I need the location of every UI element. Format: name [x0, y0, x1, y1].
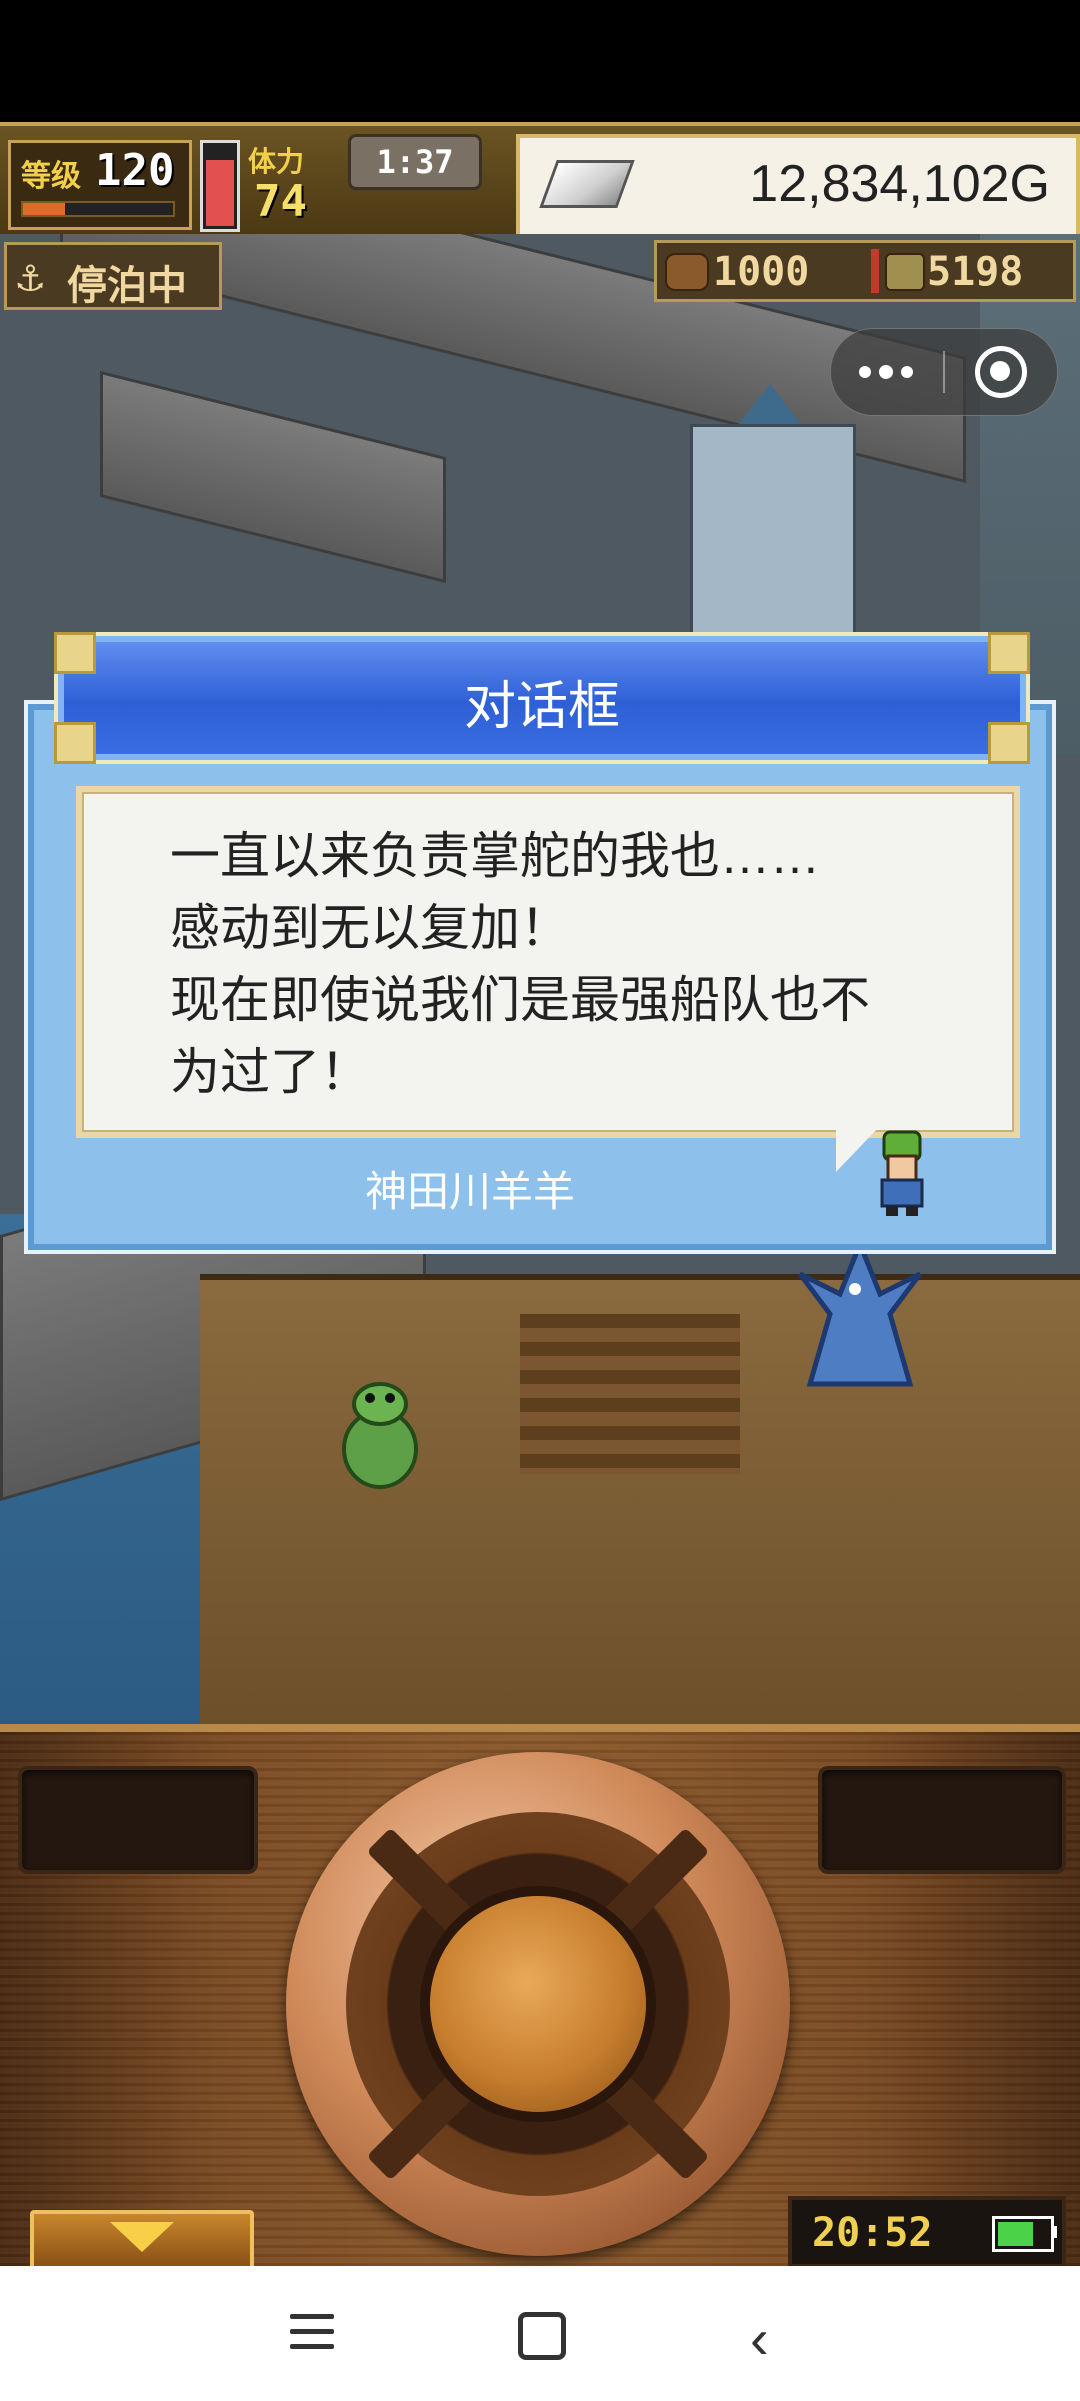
system-nav-bar: ‹	[0, 2266, 1080, 2401]
stamina-gauge-fill	[206, 160, 234, 226]
speech-bubble[interactable]: 一直以来负责掌舵的我也…… 感动到无以复加！ 现在即使说我们是最强船队也不 为过…	[76, 786, 1020, 1138]
dialog-line: 为过了！	[170, 1044, 370, 1100]
level-value: 120	[95, 145, 175, 196]
castle-wall-inner	[100, 370, 446, 584]
stamina-gauge	[200, 140, 240, 232]
level-progress-fill	[23, 203, 65, 215]
more-button[interactable]	[831, 329, 943, 415]
stamina-label: 体力	[248, 145, 305, 178]
dialog-header: 对话框	[54, 632, 1030, 764]
hud-bar: 等级 120 体力 74 1:37 12,834,102G	[0, 122, 1080, 242]
clock-panel: 20:52	[788, 2196, 1066, 2268]
menu-toggle-button[interactable]	[30, 2210, 254, 2270]
stamina-value: 74	[254, 176, 307, 227]
timer-value: 1:37	[376, 143, 454, 181]
moored-status-badge: ⚓ 停泊中	[4, 242, 222, 310]
battery-tip	[1051, 2226, 1057, 2238]
resource-separator	[871, 249, 879, 293]
stamina-panel: 体力 74	[248, 136, 348, 228]
miniprogram-capsule	[830, 328, 1058, 416]
dialog-line: 一直以来负责掌舵的我也……	[170, 828, 820, 884]
resource-bar: 1000 5198	[654, 240, 1076, 302]
level-label: 等级	[21, 159, 81, 194]
speaker-portrait-avatar	[880, 1130, 924, 1216]
dialog-line: 感动到无以复加！	[170, 900, 570, 956]
battery-fill	[998, 2222, 1033, 2246]
controller-panel: 20:52	[0, 1724, 1080, 2274]
more-dots-icon	[859, 365, 915, 379]
wood-icon	[665, 253, 709, 291]
close-miniprogram-button[interactable]	[945, 329, 1057, 415]
dialog-line: 现在即使说我们是最强船队也不	[170, 972, 870, 1028]
moored-label: 停泊中	[67, 263, 187, 309]
right-soft-button[interactable]	[818, 1766, 1066, 1874]
frog-character-sprite[interactable]	[330, 1374, 430, 1494]
ore-icon	[885, 253, 925, 291]
menu-lines-icon[interactable]	[290, 2312, 334, 2352]
dpad-center-button[interactable]	[430, 1896, 646, 2112]
ore-count: 5198	[927, 249, 1024, 295]
square-home-icon[interactable]	[518, 2312, 566, 2360]
wood-count: 1000	[713, 249, 810, 295]
silver-ingot-icon	[539, 160, 635, 208]
clock-value: 20:52	[812, 2210, 933, 2256]
dialog-title: 对话框	[463, 678, 620, 736]
left-soft-button[interactable]	[18, 1766, 258, 1874]
money-value: 12,834,102G	[749, 155, 1050, 213]
speaker-name: 神田川羊羊	[364, 1168, 575, 1215]
timer-badge: 1:37	[348, 134, 482, 190]
dpad[interactable]	[286, 1752, 790, 2256]
arrow-down-icon	[110, 2222, 174, 2252]
status-area	[0, 0, 1080, 122]
level-progress-bar	[21, 201, 175, 217]
chevron-left-icon[interactable]: ‹	[750, 2306, 769, 2371]
battery-icon	[992, 2216, 1054, 2252]
dragon-character-sprite[interactable]	[770, 1234, 950, 1394]
level-panel: 等级 120	[8, 140, 192, 230]
money-panel: 12,834,102G	[516, 134, 1080, 238]
target-close-icon-dot	[990, 361, 1010, 381]
dialog-message: 一直以来负责掌舵的我也…… 感动到无以复加！ 现在即使说我们是最强船队也不 为过…	[170, 820, 990, 1108]
deck-stairs	[520, 1314, 740, 1474]
anchor-icon: ⚓	[17, 251, 44, 302]
